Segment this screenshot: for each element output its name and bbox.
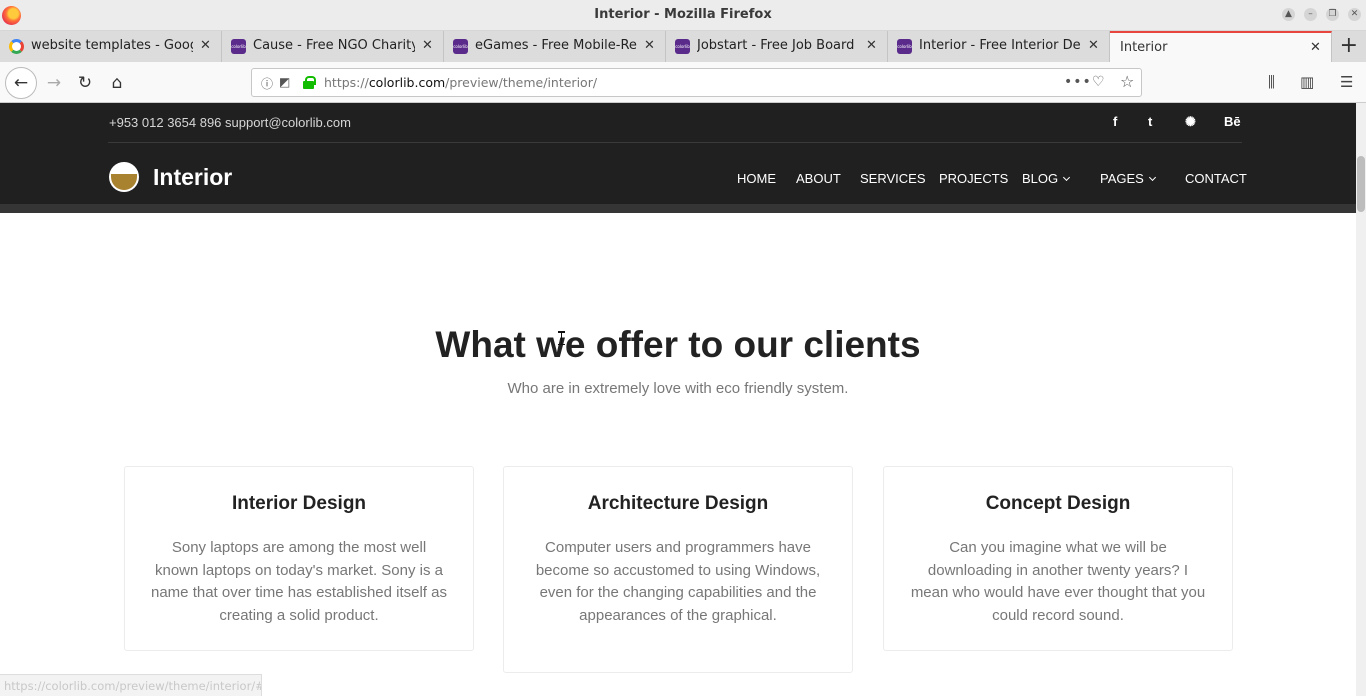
colorlib-icon: colorlib xyxy=(675,39,690,54)
logo-icon[interactable] xyxy=(109,162,139,192)
menu-blog-label: BLOG xyxy=(1022,171,1059,186)
tab-label: eGames - Free Mobile-Ready xyxy=(475,38,637,53)
url-bar[interactable]: ⓘ ◩ https://colorlib.com/preview/theme/i… xyxy=(251,68,1142,97)
chevron-down-icon xyxy=(1063,173,1071,182)
info-icon[interactable]: ⓘ xyxy=(261,75,273,92)
window-maximize-button[interactable]: ❐ xyxy=(1326,8,1339,21)
sidebar-icon[interactable]: ▥ xyxy=(1300,73,1314,91)
forward-button[interactable]: → xyxy=(40,69,68,97)
menu-home[interactable]: HOME xyxy=(737,171,776,186)
tab-interior-active[interactable]: Interior ✕ xyxy=(1110,31,1332,62)
tab-egames[interactable]: colorlib eGames - Free Mobile-Ready ✕ xyxy=(444,31,666,62)
tab-close-icon[interactable]: ✕ xyxy=(421,39,434,52)
tab-label: website templates - Google S xyxy=(31,38,193,53)
site-header: +953 012 3654 896 support@colorlib.com f… xyxy=(0,103,1356,213)
tab-jobstart[interactable]: colorlib Jobstart - Free Job Board Web ✕ xyxy=(666,31,888,62)
menu-services[interactable]: SERVICES xyxy=(860,171,926,186)
header-phone[interactable]: +953 012 3654 896 xyxy=(109,115,221,130)
text-cursor-icon xyxy=(558,331,567,345)
section-subtitle: Who are in extremely love with eco frien… xyxy=(507,380,849,397)
tab-close-icon[interactable]: ✕ xyxy=(1309,41,1322,54)
web-page: +953 012 3654 896 support@colorlib.com f… xyxy=(0,103,1356,696)
tab-close-icon[interactable]: ✕ xyxy=(643,39,656,52)
tab-close-icon[interactable]: ✕ xyxy=(199,39,212,52)
twitter-icon[interactable]: t xyxy=(1148,114,1152,129)
offer-card: Interior Design Sony laptops are among t… xyxy=(124,466,474,651)
header-divider xyxy=(108,142,1242,143)
menu-pages[interactable]: PAGES xyxy=(1100,171,1156,186)
chevron-down-icon xyxy=(1148,173,1156,182)
window-restore-up-icon[interactable]: ▲ xyxy=(1282,8,1295,21)
offer-card-text: Computer users and programmers have beco… xyxy=(535,539,821,625)
pocket-icon[interactable]: ♡ xyxy=(1092,74,1105,90)
offer-card: Architecture Design Computer users and p… xyxy=(503,466,853,673)
site-logo[interactable]: Interior xyxy=(153,164,232,191)
behance-icon[interactable]: Bē xyxy=(1224,114,1241,129)
tab-label: Interior xyxy=(1120,40,1168,55)
colorlib-icon: colorlib xyxy=(453,39,468,54)
new-tab-button[interactable]: + xyxy=(1340,35,1358,57)
menu-blog[interactable]: BLOG xyxy=(1022,171,1071,186)
reload-button[interactable]: ↻ xyxy=(71,69,99,97)
tab-label: Cause - Free NGO Charity We xyxy=(253,38,415,53)
menu-about[interactable]: ABOUT xyxy=(796,171,841,186)
offer-card-title: Interior Design xyxy=(231,493,367,514)
window-close-button[interactable]: ✕ xyxy=(1348,8,1361,21)
library-icon[interactable]: ⫼ xyxy=(1268,73,1275,91)
offer-card: Concept Design Can you imagine what we w… xyxy=(883,466,1233,651)
menu-pages-label: PAGES xyxy=(1100,171,1144,186)
tab-cause[interactable]: colorlib Cause - Free NGO Charity We ✕ xyxy=(222,31,444,62)
window-titlebar: Interior - Mozilla Firefox ▲ – ❐ ✕ xyxy=(0,0,1366,31)
navigation-toolbar: ← → ↻ ⌂ ⓘ ◩ https://colorlib.com/preview… xyxy=(0,62,1366,103)
tab-label: Interior - Free Interior Design xyxy=(919,38,1081,53)
back-button[interactable]: ← xyxy=(5,67,37,99)
tab-close-icon[interactable]: ✕ xyxy=(1087,39,1100,52)
menu-contact[interactable]: CONTACT xyxy=(1185,171,1247,186)
window-title: Interior - Mozilla Firefox xyxy=(594,7,772,22)
page-actions-icon[interactable]: ••• xyxy=(1064,74,1092,90)
page-scrollbar[interactable] xyxy=(1356,103,1366,696)
tab-label: Jobstart - Free Job Board Web xyxy=(697,38,859,53)
offer-card-title: Architecture Design xyxy=(587,493,769,514)
tab-close-icon[interactable]: ✕ xyxy=(865,39,878,52)
offer-card-title: Concept Design xyxy=(985,493,1131,514)
colorlib-icon: colorlib xyxy=(231,39,246,54)
facebook-icon[interactable]: f xyxy=(1113,114,1117,129)
window-minimize-button[interactable]: – xyxy=(1304,8,1317,21)
colorlib-icon: colorlib xyxy=(897,39,912,54)
google-icon xyxy=(9,39,24,54)
tab-interior-colorlib[interactable]: colorlib Interior - Free Interior Design… xyxy=(888,31,1110,62)
bookmark-star-icon[interactable]: ☆ xyxy=(1120,72,1134,91)
offer-card-text: Can you imagine what we will be download… xyxy=(910,539,1206,625)
home-button[interactable]: ⌂ xyxy=(103,69,131,97)
scrollbar-thumb[interactable] xyxy=(1357,156,1365,212)
lock-icon[interactable] xyxy=(303,76,316,89)
menu-projects[interactable]: PROJECTS xyxy=(939,171,1008,186)
menu-hamburger-icon[interactable]: ☰ xyxy=(1340,73,1353,91)
dribbble-icon[interactable]: ✺ xyxy=(1185,114,1196,130)
offer-card-text: Sony laptops are among the most well kno… xyxy=(151,539,447,625)
header-email[interactable]: support@colorlib.com xyxy=(225,115,351,130)
url-text[interactable]: https://colorlib.com/preview/theme/inter… xyxy=(324,75,597,90)
tracking-protection-icon[interactable]: ◩ xyxy=(279,75,290,89)
tab-strip: website templates - Google S ✕ colorlib … xyxy=(0,31,1366,62)
tab-google-search[interactable]: website templates - Google S ✕ xyxy=(0,31,222,62)
status-bar-link: https://colorlib.com/preview/theme/inter… xyxy=(0,674,262,696)
section-title: What we offer to our clients xyxy=(435,324,921,365)
